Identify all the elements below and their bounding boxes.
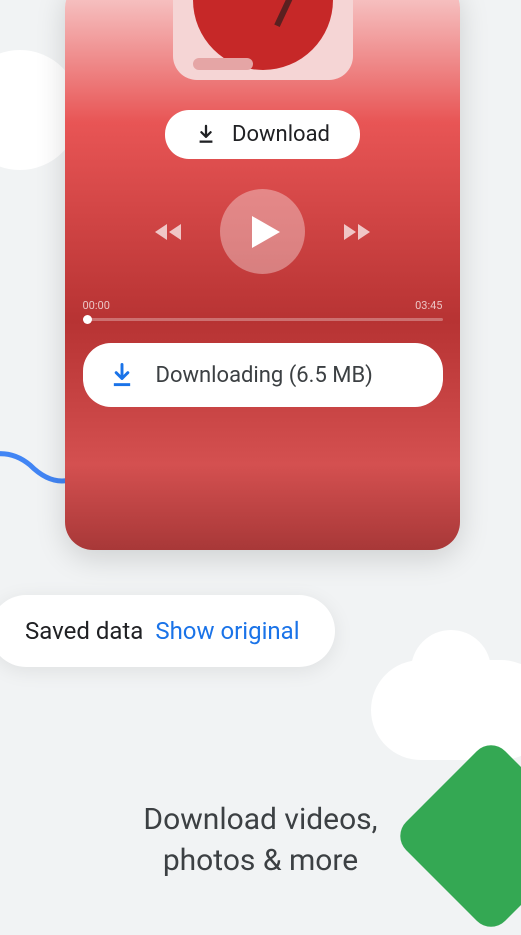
promo-line-2: photos & more — [0, 841, 521, 882]
total-time: 03:45 — [415, 299, 442, 312]
fast-forward-icon[interactable] — [340, 220, 372, 244]
play-icon — [250, 214, 282, 250]
show-original-link[interactable]: Show original — [155, 617, 299, 645]
media-player-card: Download 00:00 03:45 Downloading (6.5 MB… — [65, 0, 460, 550]
saved-data-label: Saved data — [25, 617, 143, 645]
download-icon — [195, 124, 217, 146]
current-time: 00:00 — [83, 299, 110, 312]
album-art — [173, 0, 353, 80]
promo-heading: Download videos, photos & more — [0, 800, 521, 881]
play-button[interactable] — [220, 189, 305, 274]
seek-container: 00:00 03:45 — [83, 299, 443, 321]
rewind-icon[interactable] — [153, 220, 185, 244]
download-button[interactable]: Download — [165, 110, 360, 159]
saved-data-card: Saved data Show original — [0, 595, 335, 667]
download-icon — [108, 361, 136, 389]
download-button-label: Download — [232, 122, 330, 147]
downloading-status: Downloading (6.5 MB) — [83, 343, 443, 407]
seek-bar[interactable] — [83, 318, 443, 321]
downloading-label: Downloading (6.5 MB) — [156, 363, 373, 388]
cloud-decoration — [371, 660, 521, 760]
player-controls — [153, 189, 372, 274]
promo-line-1: Download videos, — [0, 800, 521, 841]
